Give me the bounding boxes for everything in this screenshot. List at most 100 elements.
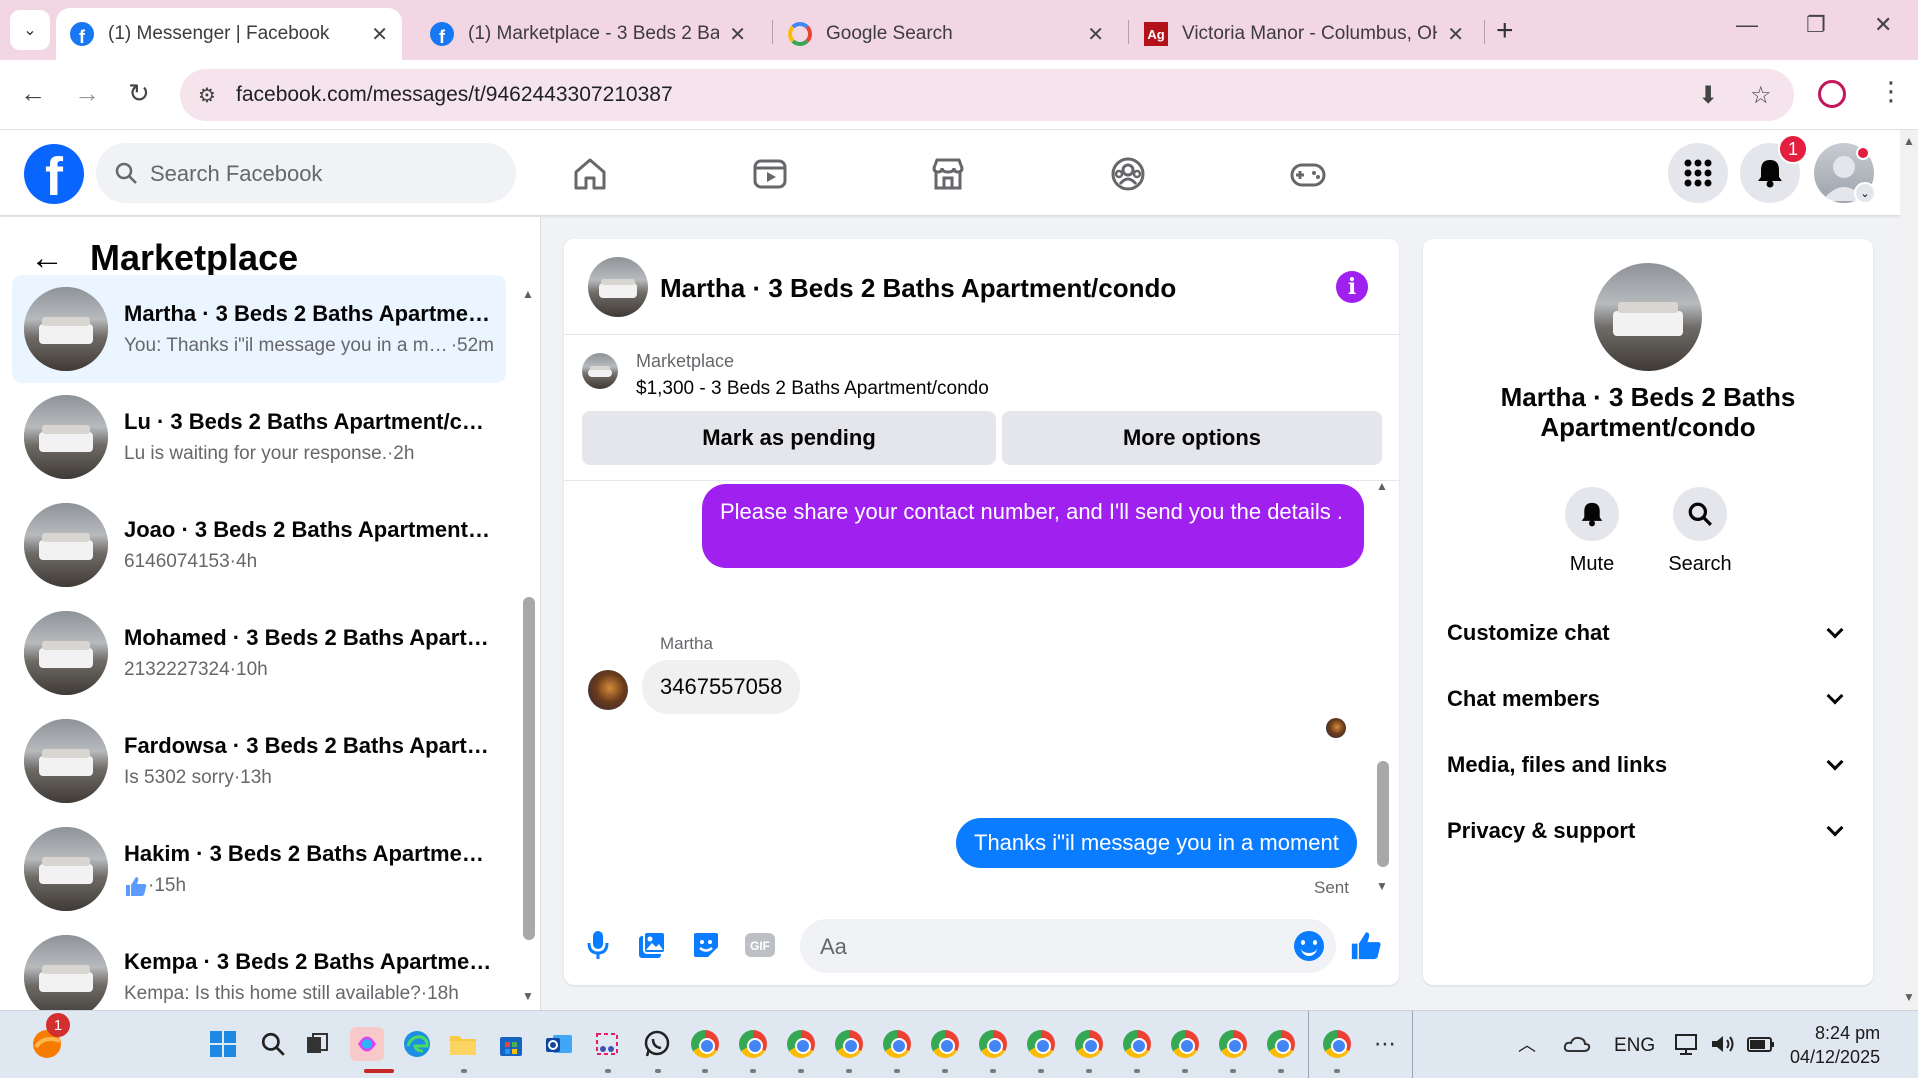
windows-start-icon[interactable] — [206, 1027, 240, 1061]
chat-title[interactable]: Martha · 3 Beds 2 Baths Apartment/condo — [660, 273, 1176, 304]
copilot-icon[interactable] — [350, 1027, 384, 1061]
marketplace-nav-icon[interactable] — [926, 152, 970, 196]
chrome-icon[interactable] — [736, 1027, 770, 1061]
browser-profile-icon[interactable] — [1818, 80, 1846, 108]
groups-nav-icon[interactable] — [1106, 152, 1150, 196]
customize-chat-section[interactable]: Customize chat — [1447, 613, 1849, 653]
browser-menu-icon[interactable]: ⋮ — [1878, 76, 1904, 107]
message-scrollbar[interactable]: ▲ ▼ — [1376, 479, 1390, 905]
scroll-down-arrow-icon[interactable]: ▼ — [522, 989, 534, 1003]
close-icon[interactable]: ✕ — [1447, 22, 1464, 47]
facebook-logo-icon[interactable]: f — [24, 144, 84, 204]
search-icon[interactable] — [256, 1027, 290, 1061]
scroll-up-arrow-icon[interactable]: ▲ — [522, 287, 534, 301]
chrome-icon[interactable] — [1120, 1027, 1154, 1061]
more-apps-icon[interactable]: ⋯ — [1368, 1027, 1402, 1061]
address-bar[interactable]: ⚙ facebook.com/messages/t/94624433072103… — [180, 69, 1794, 121]
chrome-icon[interactable] — [976, 1027, 1010, 1061]
scrollbar-thumb[interactable] — [523, 597, 535, 940]
bookmark-star-icon[interactable]: ☆ — [1750, 81, 1772, 110]
site-info-icon[interactable]: ⚙ — [198, 83, 216, 108]
conversation-item-fardowsa[interactable]: Fardowsa · 3 Beds 2 Baths Apartment/cond… — [12, 707, 506, 815]
chrome-icon[interactable] — [688, 1027, 722, 1061]
reload-icon[interactable]: ↻ — [128, 78, 150, 109]
language-indicator[interactable]: ENG — [1614, 1035, 1655, 1057]
close-icon[interactable]: ✕ — [371, 22, 388, 47]
chat-listing-avatar[interactable] — [1594, 263, 1702, 371]
forward-arrow-icon[interactable]: → — [74, 78, 100, 109]
thumbs-up-send-icon[interactable] — [1348, 927, 1384, 963]
listing-thumbnail[interactable] — [582, 353, 618, 389]
chrome-icon[interactable] — [784, 1027, 818, 1061]
back-arrow-icon[interactable]: ← — [20, 78, 46, 109]
chevron-up-icon[interactable]: ︿ — [1510, 1027, 1544, 1061]
file-explorer-icon[interactable] — [446, 1027, 480, 1061]
tab-marketplace[interactable]: f (1) Marketplace - 3 Beds 2 Bath ✕ — [416, 8, 760, 60]
close-icon[interactable]: ✕ — [729, 22, 746, 47]
system-clock[interactable]: 8:24 pm 04/12/2025 — [1790, 1021, 1880, 1070]
media-files-links-section[interactable]: Media, files and links — [1447, 745, 1849, 785]
incoming-message[interactable]: 3467557058 — [642, 660, 801, 714]
menu-grid-button[interactable] — [1668, 143, 1728, 203]
snipping-tool-icon[interactable] — [590, 1027, 624, 1061]
facebook-search-input[interactable]: Search Facebook — [96, 143, 516, 203]
tab-google-search[interactable]: Google Search ✕ — [774, 8, 1118, 60]
conversation-item-kempa[interactable]: Kempa · 3 Beds 2 Baths Apartment/condo K… — [12, 923, 506, 1010]
chrome-icon[interactable] — [1168, 1027, 1202, 1061]
whatsapp-icon[interactable] — [640, 1027, 674, 1061]
page-scrollbar[interactable]: ▲ ▼ — [1900, 130, 1918, 1010]
outlook-icon[interactable] — [542, 1027, 576, 1061]
network-icon[interactable] — [1670, 1027, 1704, 1061]
tab-victoria-manor[interactable]: Ag Victoria Manor - Columbus, OH ✕ — [1130, 8, 1478, 60]
window-close-icon[interactable]: ✕ — [1874, 12, 1892, 38]
mark-as-pending-button[interactable]: Mark as pending — [582, 411, 996, 465]
outgoing-message[interactable]: Thanks i"il message you in a moment — [956, 818, 1357, 868]
tab-search-button[interactable]: ⌄ — [10, 10, 50, 50]
scroll-up-arrow-icon[interactable]: ▲ — [1903, 134, 1915, 148]
store-icon[interactable] — [494, 1027, 528, 1061]
scroll-down-arrow-icon[interactable]: ▼ — [1376, 879, 1388, 893]
restore-icon[interactable]: ❐ — [1806, 12, 1826, 38]
chrome-icon[interactable] — [928, 1027, 962, 1061]
conversation-item-hakim[interactable]: Hakim · 3 Beds 2 Baths Apartment/condo ·… — [12, 815, 506, 923]
photo-icon[interactable] — [634, 927, 670, 963]
privacy-support-section[interactable]: Privacy & support — [1447, 811, 1849, 851]
chat-listing-avatar[interactable] — [588, 257, 648, 317]
chrome-icon[interactable] — [1320, 1027, 1354, 1061]
onedrive-cloud-icon[interactable] — [1560, 1027, 1594, 1061]
conversation-list-scrollbar[interactable]: ▲ ▼ — [522, 287, 536, 1007]
mute-button[interactable]: Mute — [1547, 487, 1637, 576]
listing-price[interactable]: $1,300 - 3 Beds 2 Baths Apartment/condo — [636, 378, 989, 400]
battery-icon[interactable] — [1744, 1027, 1778, 1061]
volume-icon[interactable] — [1706, 1027, 1740, 1061]
scroll-up-arrow-icon[interactable]: ▲ — [1376, 479, 1388, 493]
video-nav-icon[interactable] — [748, 152, 792, 196]
gif-icon[interactable]: GIF — [742, 927, 778, 963]
info-icon[interactable]: i — [1336, 271, 1368, 303]
conversation-item-martha[interactable]: Martha · 3 Beds 2 Baths Apartment/condo … — [12, 275, 506, 383]
chrome-icon[interactable] — [1264, 1027, 1298, 1061]
sticker-icon[interactable] — [688, 927, 724, 963]
task-view-icon[interactable] — [300, 1027, 334, 1061]
emoji-icon[interactable] — [1294, 931, 1324, 961]
sender-avatar[interactable] — [588, 670, 628, 710]
conversation-item-lu[interactable]: Lu · 3 Beds 2 Baths Apartment/condo Lu i… — [12, 383, 506, 491]
home-nav-icon[interactable] — [568, 152, 612, 196]
search-in-chat-button[interactable]: Search — [1655, 487, 1745, 576]
more-options-button[interactable]: More options — [1002, 411, 1382, 465]
chat-members-section[interactable]: Chat members — [1447, 679, 1849, 719]
outgoing-message[interactable]: Please share your contact number, and I'… — [702, 484, 1364, 568]
gaming-nav-icon[interactable] — [1286, 152, 1330, 196]
chrome-icon[interactable] — [1072, 1027, 1106, 1061]
conversation-item-mohamed[interactable]: Mohamed · 3 Beds 2 Baths Apartment/condo… — [12, 599, 506, 707]
chrome-icon[interactable] — [832, 1027, 866, 1061]
close-icon[interactable]: ✕ — [1087, 22, 1104, 47]
scroll-down-arrow-icon[interactable]: ▼ — [1903, 990, 1915, 1004]
message-input[interactable]: Aa — [800, 919, 1336, 973]
back-arrow-icon[interactable]: ← — [30, 239, 64, 278]
chrome-icon[interactable] — [1024, 1027, 1058, 1061]
account-chevron-down-icon[interactable]: ⌄ — [1854, 182, 1876, 204]
install-app-icon[interactable]: ⬇ — [1698, 81, 1718, 110]
url-text[interactable]: facebook.com/messages/t/9462443307210387 — [236, 83, 673, 107]
microphone-icon[interactable] — [580, 927, 616, 963]
